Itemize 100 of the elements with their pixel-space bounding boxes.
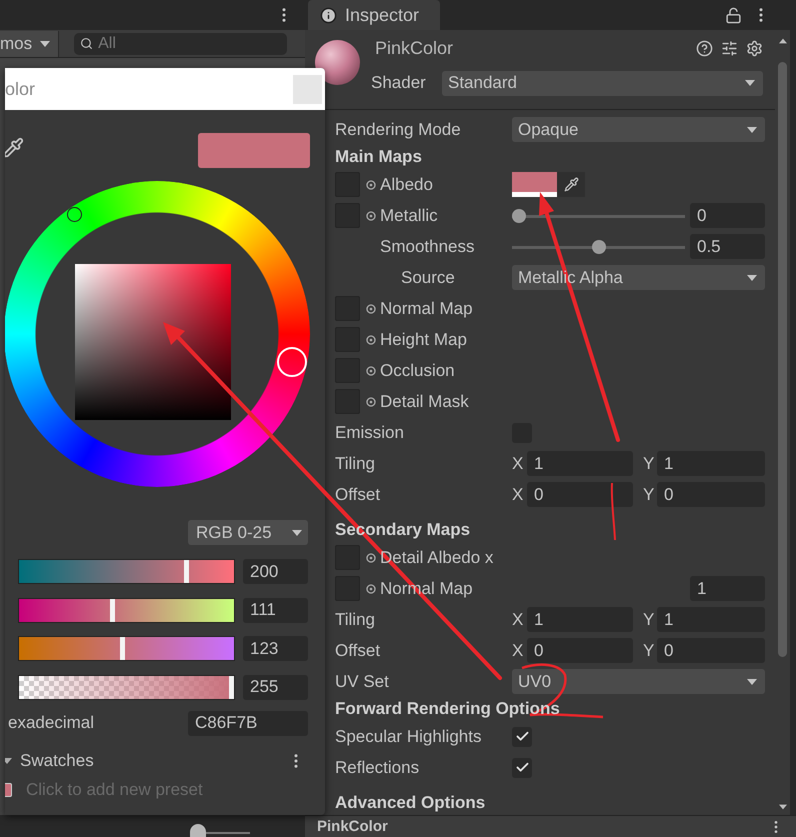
help-icon[interactable] bbox=[696, 40, 713, 56]
slider-thumb[interactable] bbox=[592, 240, 606, 254]
number-field[interactable]: 0 bbox=[527, 638, 633, 663]
number-field[interactable]: 255 bbox=[243, 674, 308, 700]
caret-icon bbox=[292, 528, 302, 538]
number-field[interactable]: 0 bbox=[657, 482, 765, 507]
axis-label: X bbox=[512, 484, 524, 504]
target-icon bbox=[366, 396, 376, 406]
saturation-square[interactable] bbox=[75, 264, 231, 420]
channel-slider[interactable] bbox=[18, 674, 235, 700]
hex-label: exadecimal bbox=[8, 713, 94, 733]
scrollbar[interactable] bbox=[775, 30, 790, 815]
dropdown[interactable]: Opaque bbox=[512, 117, 765, 142]
gizmos-dropdown[interactable]: mos bbox=[0, 30, 60, 56]
target-icon bbox=[366, 180, 376, 190]
property-label: Normal Map bbox=[380, 298, 473, 318]
color-cursor[interactable] bbox=[67, 207, 82, 222]
caret-icon bbox=[747, 676, 757, 686]
caret-icon bbox=[778, 803, 786, 811]
target-icon bbox=[366, 366, 376, 376]
channel-slider[interactable] bbox=[18, 559, 235, 584]
number-field[interactable]: 1 bbox=[527, 607, 633, 632]
checkbox[interactable] bbox=[512, 726, 532, 746]
property-label: Height Map bbox=[380, 330, 467, 350]
dropdown[interactable]: UV0 bbox=[512, 669, 765, 694]
property-label: Emission bbox=[335, 422, 404, 442]
settings-icon[interactable] bbox=[746, 40, 763, 56]
number-field[interactable]: 200 bbox=[243, 559, 308, 584]
section-header: Main Maps bbox=[335, 147, 422, 167]
slider-thumb[interactable] bbox=[184, 560, 189, 583]
eyedropper-button[interactable] bbox=[557, 172, 585, 197]
lock-icon[interactable] bbox=[725, 6, 742, 24]
checkbox[interactable] bbox=[512, 758, 532, 778]
property-label: Reflections bbox=[335, 758, 420, 778]
slider-thumb[interactable] bbox=[190, 824, 206, 837]
target-icon bbox=[366, 210, 376, 220]
sphere-preview bbox=[315, 40, 360, 85]
scrollbar-thumb[interactable] bbox=[778, 62, 787, 657]
property-label: Metallic bbox=[380, 206, 438, 226]
number-field[interactable]: 123 bbox=[243, 636, 308, 661]
axis-label: X bbox=[512, 610, 524, 630]
inspector-tab[interactable]: Inspector bbox=[308, 0, 440, 30]
number-field[interactable]: 111 bbox=[243, 598, 308, 622]
axis-label: X bbox=[512, 640, 524, 660]
info-icon bbox=[320, 6, 337, 24]
property-label: Tiling bbox=[335, 454, 375, 474]
caret-icon bbox=[745, 78, 755, 88]
caret-icon bbox=[747, 272, 757, 282]
slider-thumb[interactable] bbox=[110, 598, 116, 622]
axis-label: X bbox=[512, 454, 524, 474]
property-label: Detail Mask bbox=[380, 392, 469, 412]
target-icon bbox=[366, 552, 376, 562]
preview-title: PinkColor bbox=[317, 818, 388, 835]
search-field[interactable]: All bbox=[74, 32, 288, 54]
target-icon bbox=[366, 304, 376, 314]
hue-handle[interactable] bbox=[277, 347, 307, 377]
target-icon bbox=[366, 584, 376, 594]
color-swatch[interactable] bbox=[512, 172, 557, 192]
number-field[interactable]: 0 bbox=[657, 638, 765, 663]
property-label: Tiling bbox=[335, 610, 375, 630]
property-label: Offset bbox=[335, 640, 380, 660]
shader-label: Shader bbox=[371, 73, 427, 93]
number-field[interactable]: 1 bbox=[527, 451, 633, 476]
number-field[interactable]: 0.5 bbox=[690, 234, 765, 259]
axis-label: Y bbox=[643, 640, 656, 660]
caret-icon bbox=[5, 756, 12, 766]
eyedropper-icon bbox=[564, 177, 578, 192]
material-name: PinkColor bbox=[375, 38, 454, 58]
number-field[interactable]: 1 bbox=[657, 451, 765, 476]
swatches-label[interactable]: Swatches bbox=[20, 750, 94, 770]
axis-label: Y bbox=[643, 454, 656, 474]
property-label: Specular Highlights bbox=[335, 726, 482, 746]
property-label: UV Set bbox=[335, 672, 389, 692]
number-field[interactable]: 0 bbox=[690, 203, 765, 228]
number-field[interactable]: 1 bbox=[657, 607, 765, 632]
slider-thumb[interactable] bbox=[229, 676, 234, 698]
caret-icon bbox=[778, 37, 786, 45]
alpha-bar bbox=[512, 192, 557, 197]
number-field[interactable]: 0 bbox=[527, 482, 633, 507]
mode-dropdown[interactable]: RGB 0-25 bbox=[188, 520, 308, 545]
eyedropper-icon[interactable] bbox=[5, 137, 24, 159]
hex-field[interactable]: C86F7B bbox=[188, 710, 308, 736]
slider-thumb[interactable] bbox=[512, 208, 526, 222]
slider-thumb[interactable] bbox=[120, 637, 126, 660]
section-header: Advanced Options bbox=[335, 793, 486, 813]
axis-label: Y bbox=[643, 484, 656, 504]
property-label: Occlusion bbox=[380, 360, 455, 380]
search-icon bbox=[80, 36, 94, 50]
sliders-icon[interactable] bbox=[721, 40, 738, 56]
number-field[interactable]: 1 bbox=[690, 576, 765, 601]
property-label: Source bbox=[401, 268, 455, 288]
property-label: Albedo bbox=[380, 174, 433, 194]
channel-slider[interactable] bbox=[18, 636, 235, 661]
channel-slider[interactable] bbox=[18, 598, 235, 622]
window-title: olor bbox=[5, 78, 36, 100]
annotation-line bbox=[610, 482, 616, 540]
property-label: Rendering Mode bbox=[335, 120, 461, 140]
shader-dropdown[interactable]: Standard bbox=[442, 70, 763, 96]
caret-icon bbox=[747, 124, 757, 134]
preset-swatch[interactable] bbox=[5, 782, 12, 796]
